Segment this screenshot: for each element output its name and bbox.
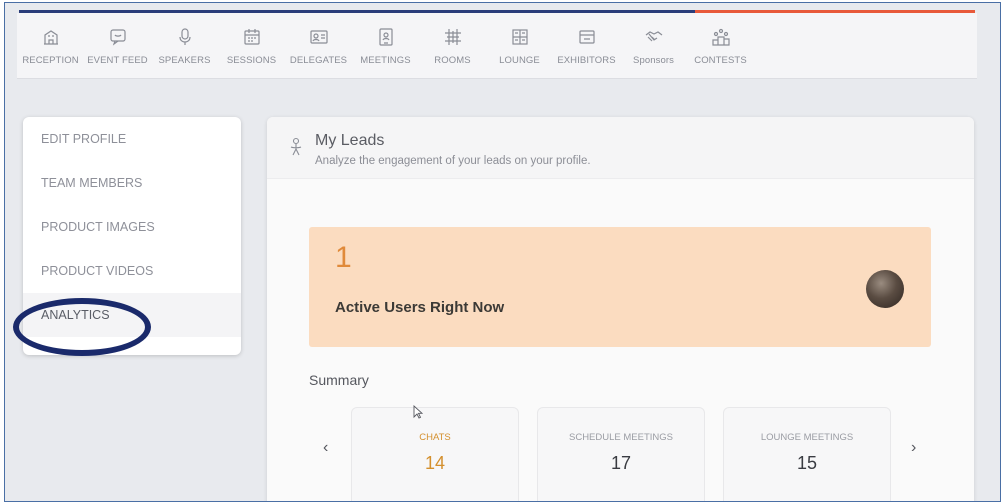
profile-sidebar: EDIT PROFILE TEAM MEMBERS PRODUCT IMAGES… bbox=[23, 117, 241, 355]
nav-item-exhibitors[interactable]: EXHIBITORS bbox=[553, 13, 620, 79]
stat-label: SCHEDULE MEETINGS bbox=[569, 432, 673, 443]
nav-label: SESSIONS bbox=[226, 55, 277, 66]
nav-label: RECEPTION bbox=[22, 55, 79, 66]
app-window: RECEPTION EVENT FEED SPEAKERS SESSIONS D… bbox=[4, 2, 1001, 502]
active-users-count: 1 bbox=[335, 241, 352, 274]
nav-label: SPEAKERS bbox=[158, 55, 211, 66]
carousel-next-button[interactable]: › bbox=[911, 439, 916, 457]
top-navbar: RECEPTION EVENT FEED SPEAKERS SESSIONS D… bbox=[17, 13, 977, 79]
sidebar-item-edit-profile[interactable]: EDIT PROFILE bbox=[23, 117, 241, 161]
sidebar-item-product-videos[interactable]: PRODUCT VIDEOS bbox=[23, 249, 241, 293]
handshake-icon bbox=[645, 31, 662, 42]
sidebar-item-analytics[interactable]: ANALYTICS bbox=[23, 293, 241, 337]
nav-label: LOUNGE bbox=[499, 55, 540, 66]
nav-label: Sponsors bbox=[633, 55, 674, 66]
calendar-icon bbox=[243, 29, 260, 45]
stat-label: LOUNGE MEETINGS bbox=[760, 432, 854, 443]
carousel-prev-button[interactable]: ‹ bbox=[323, 439, 328, 457]
stat-card-lounge-meetings[interactable]: LOUNGE MEETINGS 15 bbox=[723, 407, 891, 501]
avatar[interactable] bbox=[866, 270, 904, 308]
stat-card-schedule-meetings[interactable]: SCHEDULE MEETINGS 17 bbox=[537, 407, 705, 501]
nav-label: CONTESTS bbox=[694, 55, 747, 66]
page-title: My Leads bbox=[315, 132, 385, 149]
stat-card-chats[interactable]: CHATS 14 bbox=[351, 407, 519, 501]
table-icon bbox=[511, 29, 528, 45]
stat-value: 14 bbox=[424, 453, 446, 473]
summary-heading: Summary bbox=[309, 372, 369, 388]
grid-icon bbox=[444, 29, 461, 45]
nav-item-speakers[interactable]: SPEAKERS bbox=[151, 13, 218, 79]
nav-label: EXHIBITORS bbox=[557, 55, 616, 66]
page-subtitle: Analyze the engagement of your leads on … bbox=[315, 155, 591, 167]
podium-icon bbox=[711, 28, 730, 46]
user-leads-icon bbox=[290, 137, 302, 156]
nav-item-lounge[interactable]: LOUNGE bbox=[486, 13, 553, 79]
mouse-cursor-icon bbox=[413, 405, 423, 419]
stat-value: 15 bbox=[796, 453, 818, 473]
nav-item-delegates[interactable]: DELEGATES bbox=[285, 13, 352, 79]
nav-item-sessions[interactable]: SESSIONS bbox=[218, 13, 285, 79]
nav-item-contests[interactable]: CONTESTS bbox=[687, 13, 754, 79]
nav-label: EVENT FEED bbox=[87, 55, 148, 66]
badge-icon bbox=[378, 28, 393, 46]
nav-item-meetings[interactable]: MEETINGS bbox=[352, 13, 419, 79]
nav-item-sponsors[interactable]: Sponsors bbox=[620, 13, 687, 79]
sidebar-item-product-images[interactable]: PRODUCT IMAGES bbox=[23, 205, 241, 249]
nav-item-rooms[interactable]: ROOMS bbox=[419, 13, 486, 79]
booth-icon bbox=[578, 30, 595, 44]
building-icon bbox=[43, 30, 58, 45]
leads-panel: My Leads Analyze the engagement of your … bbox=[267, 117, 974, 501]
nav-label: ROOMS bbox=[434, 55, 471, 66]
nav-label: MEETINGS bbox=[360, 55, 411, 66]
nav-label: DELEGATES bbox=[289, 55, 348, 66]
sidebar-item-team-members[interactable]: TEAM MEMBERS bbox=[23, 161, 241, 205]
stat-label: CHATS bbox=[419, 432, 451, 443]
active-users-label: Active Users Right Now bbox=[335, 299, 505, 316]
panel-header: My Leads Analyze the engagement of your … bbox=[267, 117, 974, 179]
active-users-card: 1 Active Users Right Now bbox=[309, 227, 931, 347]
chat-bubble-icon bbox=[109, 29, 126, 46]
nav-item-event-feed[interactable]: EVENT FEED bbox=[84, 13, 151, 79]
nav-item-reception[interactable]: RECEPTION bbox=[17, 13, 84, 79]
microphone-icon bbox=[178, 28, 191, 45]
stat-value: 17 bbox=[610, 453, 632, 473]
id-card-icon bbox=[309, 30, 328, 44]
